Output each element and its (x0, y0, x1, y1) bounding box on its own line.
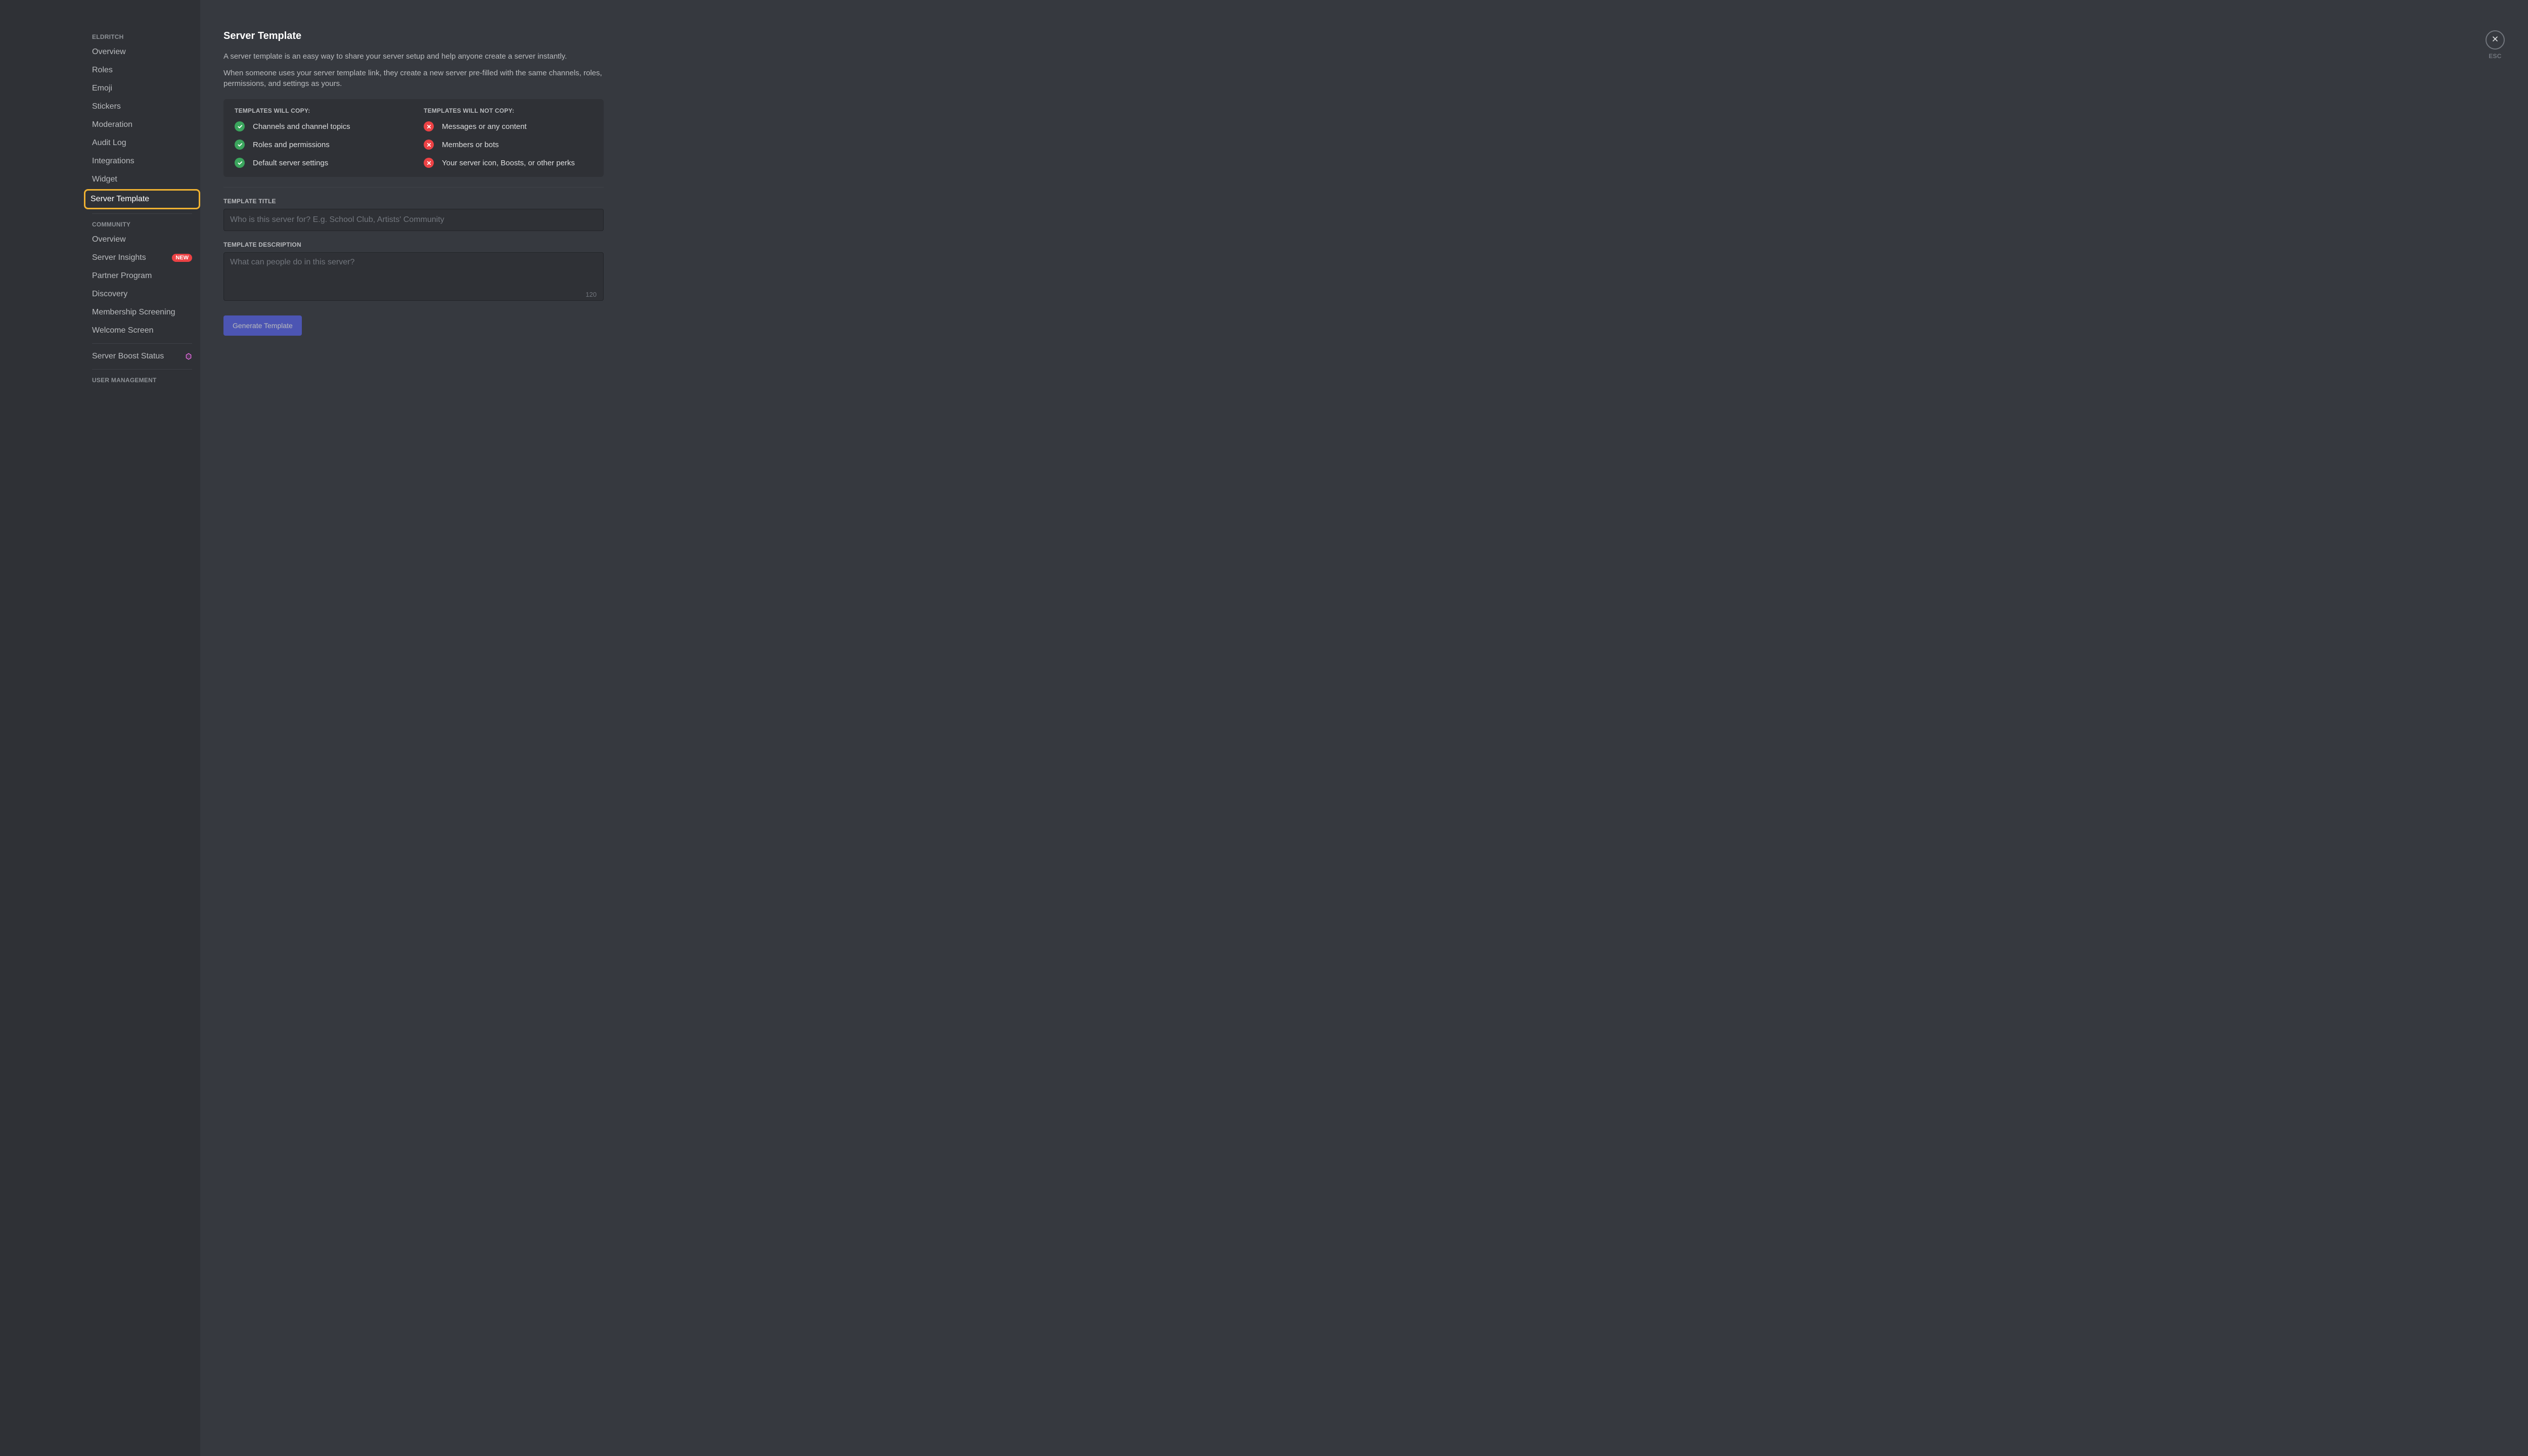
sidebar-item-server-boost-status[interactable]: Server Boost Status (87, 348, 197, 365)
sidebar-item-roles[interactable]: Roles (87, 62, 197, 79)
sidebar-item-label: Membership Screening (92, 308, 175, 317)
close-area: ESC (2486, 30, 2505, 60)
sidebar-item-label: Roles (92, 66, 113, 75)
new-badge: New (172, 254, 192, 262)
sidebar-item-label: Server Template (91, 195, 149, 204)
close-icon (2491, 35, 2499, 46)
sidebar-item-moderation[interactable]: Moderation (87, 116, 197, 133)
will-not-copy-item: Your server icon, Boosts, or other perks (424, 158, 593, 168)
sidebar-item-integrations[interactable]: Integrations (87, 153, 197, 170)
sidebar-item-overview[interactable]: Overview (87, 43, 197, 61)
sidebar-item-membership-screening[interactable]: Membership Screening (87, 304, 197, 321)
template-description-input[interactable] (223, 252, 604, 301)
template-description-label: Template Description (223, 241, 604, 248)
will-copy-item: Channels and channel topics (235, 121, 403, 131)
sidebar-item-stickers[interactable]: Stickers (87, 98, 197, 115)
sidebar-section-community: Community (87, 218, 197, 231)
will-not-copy-header: Templates will not copy: (424, 107, 593, 114)
sidebar-item-server-insights[interactable]: Server Insights New (87, 249, 197, 266)
sidebar-item-label: Moderation (92, 120, 132, 129)
sidebar-item-audit-log[interactable]: Audit Log (87, 134, 197, 152)
will-copy-item: Roles and permissions (235, 140, 403, 150)
sidebar-item-label: Overview (92, 48, 126, 57)
sidebar-item-label: Overview (92, 235, 126, 244)
sidebar-item-label: Stickers (92, 102, 121, 111)
sidebar-item-label: Server Insights (92, 253, 146, 262)
sidebar-divider (92, 343, 192, 344)
template-copy-info-box: Templates will copy: Channels and channe… (223, 99, 604, 177)
will-copy-label: Channels and channel topics (253, 122, 350, 131)
sidebar-divider (92, 213, 192, 214)
close-button[interactable] (2486, 30, 2505, 50)
boost-icon (185, 353, 192, 360)
sidebar-item-label: Integrations (92, 157, 134, 166)
generate-template-button[interactable]: Generate Template (223, 315, 302, 336)
sidebar-item-emoji[interactable]: Emoji (87, 80, 197, 97)
will-copy-label: Roles and permissions (253, 141, 330, 149)
sidebar-divider (92, 369, 192, 370)
cross-icon (424, 121, 434, 131)
sidebar-item-label: Emoji (92, 84, 112, 93)
sidebar-item-label: Audit Log (92, 139, 126, 148)
sidebar-item-label: Widget (92, 175, 117, 184)
sidebar-item-label: Welcome Screen (92, 326, 154, 335)
cross-icon (424, 158, 434, 168)
sidebar-item-label: Discovery (92, 290, 127, 299)
sidebar-item-label: Partner Program (92, 271, 152, 281)
sidebar-item-discovery[interactable]: Discovery (87, 286, 197, 303)
generate-template-label: Generate Template (233, 322, 293, 330)
sidebar-item-label: Server Boost Status (92, 352, 164, 361)
will-not-copy-label: Messages or any content (442, 122, 527, 131)
sidebar-item-widget[interactable]: Widget (87, 171, 197, 188)
template-title-input[interactable] (223, 209, 604, 231)
will-not-copy-item: Members or bots (424, 140, 593, 150)
cross-icon (424, 140, 434, 150)
sidebar-item-community-overview[interactable]: Overview (87, 231, 197, 248)
sidebar-section-user-management: User Management (87, 374, 197, 387)
settings-sidebar: Eldritch Overview Roles Emoji Stickers M… (0, 0, 200, 1456)
char-count: 120 (585, 291, 597, 298)
sidebar-item-partner-program[interactable]: Partner Program (87, 267, 197, 285)
will-copy-column: Templates will copy: Channels and channe… (235, 107, 403, 168)
settings-content: Server Template A server template is an … (200, 0, 2528, 1456)
esc-label: ESC (2489, 53, 2501, 60)
check-icon (235, 158, 245, 168)
will-copy-header: Templates will copy: (235, 107, 403, 114)
content-divider (223, 187, 604, 188)
will-not-copy-label: Members or bots (442, 141, 499, 149)
template-title-label: Template Title (223, 198, 604, 205)
will-not-copy-item: Messages or any content (424, 121, 593, 131)
sidebar-item-welcome-screen[interactable]: Welcome Screen (87, 322, 197, 339)
will-copy-label: Default server settings (253, 159, 328, 167)
will-not-copy-column: Templates will not copy: Messages or any… (424, 107, 593, 168)
check-icon (235, 140, 245, 150)
sidebar-item-server-template[interactable]: Server Template (84, 189, 200, 209)
will-copy-item: Default server settings (235, 158, 403, 168)
page-title: Server Template (223, 30, 604, 42)
page-description-2: When someone uses your server template l… (223, 68, 604, 89)
check-icon (235, 121, 245, 131)
page-description-1: A server template is an easy way to shar… (223, 51, 604, 62)
will-not-copy-label: Your server icon, Boosts, or other perks (442, 159, 575, 167)
sidebar-section-server: Eldritch (87, 30, 197, 43)
